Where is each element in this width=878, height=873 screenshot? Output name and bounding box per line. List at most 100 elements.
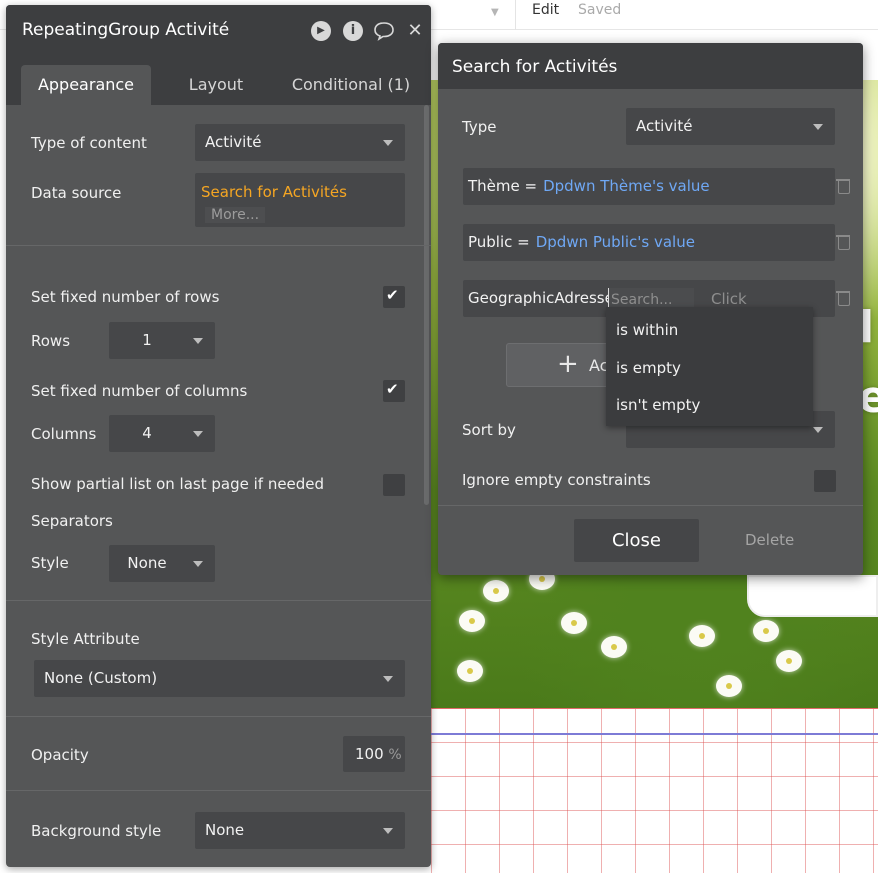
style-label: Style <box>31 554 69 572</box>
delete-button[interactable]: Delete <box>745 531 794 549</box>
data-source-label: Data source <box>31 184 122 202</box>
topbar-divider <box>515 0 516 30</box>
menu-item-is-empty[interactable]: is empty <box>616 359 681 377</box>
rows-label: Rows <box>31 332 71 350</box>
partial-list-label: Show partial list on last page if needed <box>31 475 325 493</box>
opacity-value: 100 <box>355 745 384 763</box>
constraint-field: GeographicAdresse <box>468 289 614 307</box>
chevron-down-icon <box>193 561 203 567</box>
fixed-rows-label: Set fixed number of rows <box>31 288 220 306</box>
editor-tabs: Appearance Layout Conditional (1) <box>6 57 431 105</box>
close-button[interactable]: Close <box>574 519 699 562</box>
dropdown-caret-icon[interactable]: ▼ <box>491 7 499 18</box>
flower-decoration <box>689 625 715 647</box>
rows-value: 1 <box>142 331 152 349</box>
flower-decoration <box>753 620 779 642</box>
chevron-down-icon <box>193 431 203 437</box>
comment-icon[interactable] <box>373 21 394 41</box>
style-attribute-dropdown[interactable]: None (Custom) <box>34 660 405 697</box>
ignore-empty-checkbox[interactable] <box>814 470 836 492</box>
tab-conditional[interactable]: Conditional (1) <box>281 65 421 105</box>
plus-icon: + <box>557 349 579 379</box>
editor-scrollbar[interactable] <box>424 105 429 505</box>
style-value: None <box>127 554 167 572</box>
editor-title: RepeatingGroup Activité <box>22 20 230 40</box>
search-dialog-title: Search for Activités <box>452 57 618 77</box>
search-type-value: Activité <box>636 117 693 135</box>
flower-decoration <box>716 675 742 697</box>
flower-decoration <box>459 610 485 632</box>
play-icon[interactable]: ▶ <box>311 21 331 41</box>
chevron-down-icon <box>383 140 393 146</box>
editor-title-bar: RepeatingGroup Activité ▶ i ✕ <box>6 5 431 57</box>
trash-icon[interactable] <box>836 234 850 250</box>
chevron-down-icon <box>813 427 823 433</box>
click-placeholder[interactable]: Click <box>711 290 747 308</box>
type-of-content-dropdown[interactable]: Activité <box>195 124 405 161</box>
close-icon[interactable]: ✕ <box>405 21 425 41</box>
section-divider <box>6 716 431 717</box>
menu-item-is-within[interactable]: is within <box>616 321 678 339</box>
chevron-down-icon <box>193 338 203 344</box>
trash-icon[interactable] <box>836 178 850 194</box>
background-style-label: Background style <box>31 822 162 840</box>
section-divider <box>6 245 431 246</box>
guide-line <box>431 733 878 735</box>
columns-dropdown[interactable]: 4 <box>109 415 215 452</box>
partial-list-checkbox[interactable] <box>383 474 405 496</box>
rows-dropdown[interactable]: 1 <box>109 322 215 359</box>
property-editor: RepeatingGroup Activité ▶ i ✕ Appearance… <box>6 5 431 867</box>
search-dialog-title-bar: Search for Activités <box>438 43 863 89</box>
constraint-field: Public = <box>468 233 530 251</box>
section-divider <box>6 790 431 791</box>
tab-appearance[interactable]: Appearance <box>21 65 151 105</box>
opacity-unit: % <box>388 747 402 763</box>
type-of-content-value: Activité <box>205 133 262 151</box>
opacity-input[interactable]: 100 % <box>343 736 405 772</box>
constraint-public[interactable]: Public = Dpdwn Public's value <box>463 224 835 261</box>
separators-label: Separators <box>31 512 113 530</box>
fixed-columns-checkbox[interactable] <box>383 380 405 402</box>
opacity-label: Opacity <box>31 746 89 764</box>
search-type-dropdown[interactable]: Activité <box>626 108 835 145</box>
info-icon[interactable]: i <box>343 21 363 41</box>
trash-icon[interactable] <box>836 290 850 306</box>
chevron-down-icon <box>383 828 393 834</box>
operator-menu: is within is empty isn't empty <box>606 307 813 426</box>
columns-value: 4 <box>142 424 152 442</box>
chevron-down-icon <box>813 124 823 130</box>
sort-by-label: Sort by <box>462 421 516 439</box>
data-source-field[interactable]: Search for Activités More... <box>195 173 405 227</box>
more-button[interactable]: More... <box>205 207 266 223</box>
ignore-empty-label: Ignore empty constraints <box>462 471 651 489</box>
style-dropdown[interactable]: None <box>109 545 215 582</box>
constraint-field: Thème = <box>468 177 538 195</box>
background-style-dropdown[interactable]: None <box>195 812 405 849</box>
constraint-value[interactable]: Dpdwn Thème's value <box>543 177 710 195</box>
background-style-value: None <box>205 821 245 839</box>
flower-decoration <box>483 580 509 602</box>
menu-item-isnt-empty[interactable]: isn't empty <box>616 396 700 414</box>
chevron-down-icon <box>383 676 393 682</box>
flower-decoration <box>457 660 483 682</box>
flower-decoration <box>601 636 627 658</box>
edit-mode-label[interactable]: Edit <box>532 2 559 18</box>
columns-label: Columns <box>31 425 97 443</box>
style-attribute-label: Style Attribute <box>31 630 140 648</box>
constraint-theme[interactable]: Thème = Dpdwn Thème's value <box>463 168 835 205</box>
fixed-columns-label: Set fixed number of columns <box>31 382 248 400</box>
canvas-grid <box>431 708 878 873</box>
canvas-white-element[interactable] <box>747 575 878 617</box>
type-of-content-label: Type of content <box>31 134 147 152</box>
flower-decoration <box>561 612 587 634</box>
style-attribute-value: None (Custom) <box>44 669 158 687</box>
section-divider <box>438 505 863 506</box>
flower-decoration <box>776 650 802 672</box>
tab-layout[interactable]: Layout <box>166 65 266 105</box>
search-type-label: Type <box>462 118 497 136</box>
saved-status: Saved <box>578 2 622 18</box>
constraint-value[interactable]: Dpdwn Public's value <box>536 233 695 251</box>
data-source-expression[interactable]: Search for Activités <box>201 183 347 201</box>
section-divider <box>6 600 431 601</box>
fixed-rows-checkbox[interactable] <box>383 286 405 308</box>
